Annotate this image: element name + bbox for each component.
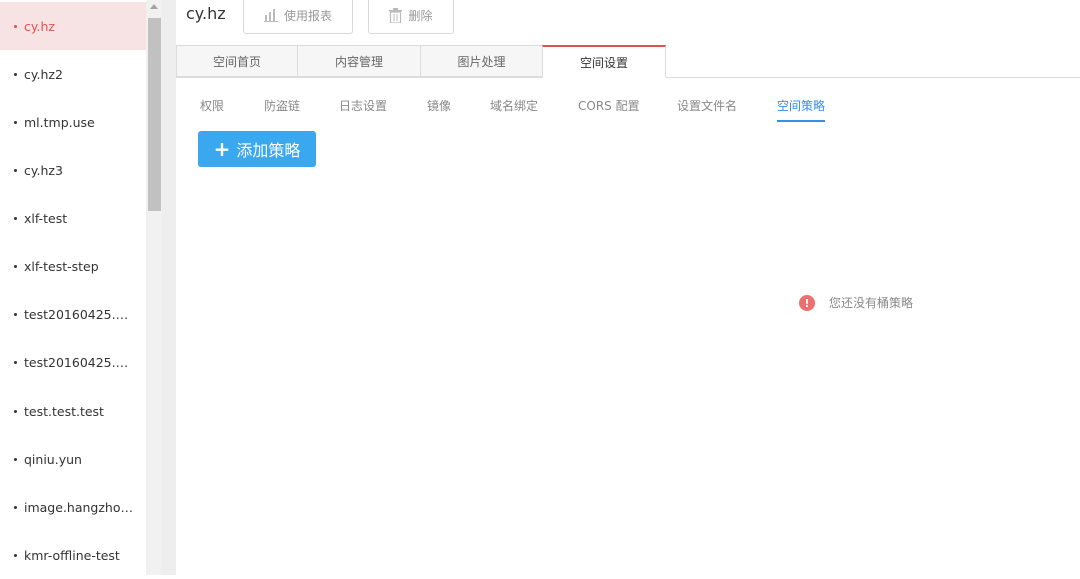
usage-report-label: 使用报表 [283, 8, 332, 23]
sidebar-item-label: test20160425.pu... [24, 354, 134, 370]
active-subtab-indicator [777, 120, 825, 122]
add-policy-label: 添加策略 [236, 141, 301, 160]
subtab-mirror[interactable]: 镜像 [427, 97, 451, 114]
scrollbar-thumb[interactable] [148, 18, 161, 211]
bullet-icon [14, 312, 17, 316]
bullet-icon [14, 409, 17, 413]
bullet-icon [14, 216, 17, 220]
subtab-hotlink-protection[interactable]: 防盗链 [264, 97, 300, 114]
sidebar-item[interactable]: ml.tmp.use [0, 98, 146, 146]
subtab-cors-config[interactable]: CORS 配置 [578, 97, 640, 114]
sidebar-item[interactable]: test.test.test [0, 387, 146, 435]
bullet-icon [14, 505, 17, 509]
tab-space-settings[interactable]: 空间设置 [542, 45, 666, 78]
bullet-icon [14, 264, 17, 268]
bullet-icon [14, 120, 17, 124]
bullet-icon [14, 360, 17, 364]
sidebar-item-label: xlf-test [24, 210, 68, 226]
sidebar-item-label: test20160425.pri... [24, 306, 134, 322]
sidebar-item-label: qiniu.yun [24, 451, 82, 467]
sidebar-item[interactable]: cy.hz2 [0, 50, 146, 98]
bullet-icon [14, 24, 17, 28]
bar-chart-icon [263, 8, 278, 22]
subtab-domain-binding[interactable]: 域名绑定 [490, 97, 538, 114]
tab-image-processing[interactable]: 图片处理 [420, 45, 543, 77]
sidebar-item[interactable]: kmr-offline-test [0, 531, 146, 579]
delete-button[interactable]: 删除 [368, 0, 454, 34]
sidebar-item-label: test.test.test [24, 403, 104, 419]
subtab-filename-settings[interactable]: 设置文件名 [677, 97, 737, 114]
delete-label: 删除 [408, 8, 433, 23]
tab-content-management[interactable]: 内容管理 [297, 45, 421, 77]
sidebar-item[interactable]: cy.hz [0, 2, 146, 50]
subtab-bucket-policy[interactable]: 空间策略 [777, 97, 825, 114]
bullet-icon [14, 72, 17, 76]
sidebar-item-label: image.hangzhou... [24, 499, 134, 515]
add-policy-button[interactable]: + 添加策略 [198, 131, 316, 167]
sidebar-item[interactable]: qiniu.yun [0, 435, 146, 483]
sidebar-item[interactable]: test20160425.pri... [0, 290, 146, 338]
sidebar-item[interactable]: xlf-test [0, 194, 146, 242]
subtab-permissions[interactable]: 权限 [200, 97, 224, 114]
bullet-icon [14, 553, 17, 557]
exclamation-icon: ! [799, 295, 815, 311]
sidebar-item[interactable]: test20160425.pu... [0, 338, 146, 386]
trash-icon [389, 7, 403, 23]
sidebar-item-label: cy.hz3 [24, 162, 63, 178]
scroll-up-arrow-icon[interactable] [150, 4, 158, 9]
bullet-icon [14, 457, 17, 461]
tab-space-home[interactable]: 空间首页 [176, 45, 298, 77]
sidebar-item-label: xlf-test-step [24, 258, 99, 274]
page-title: cy.hz [186, 4, 226, 23]
usage-report-button[interactable]: 使用报表 [243, 0, 353, 34]
sidebar-item[interactable]: xlf-test-step [0, 242, 146, 290]
plus-icon: + [213, 137, 231, 161]
sidebar-item-label: cy.hz [24, 18, 55, 34]
bullet-icon [14, 168, 17, 172]
sidebar-item-label: ml.tmp.use [24, 114, 95, 130]
sidebar-item-label: kmr-offline-test [24, 547, 120, 563]
sidebar-item[interactable]: image.hangzhou... [0, 483, 146, 531]
sidebar-divider [162, 0, 176, 575]
empty-state-message: 您还没有桶策略 [829, 296, 914, 310]
bucket-sidebar: cy.hz cy.hz2 ml.tmp.use cy.hz3 xlf-test … [0, 0, 146, 575]
sidebar-item-label: cy.hz2 [24, 66, 63, 82]
subtab-log-settings[interactable]: 日志设置 [339, 97, 387, 114]
sidebar-item[interactable]: cy.hz3 [0, 146, 146, 194]
